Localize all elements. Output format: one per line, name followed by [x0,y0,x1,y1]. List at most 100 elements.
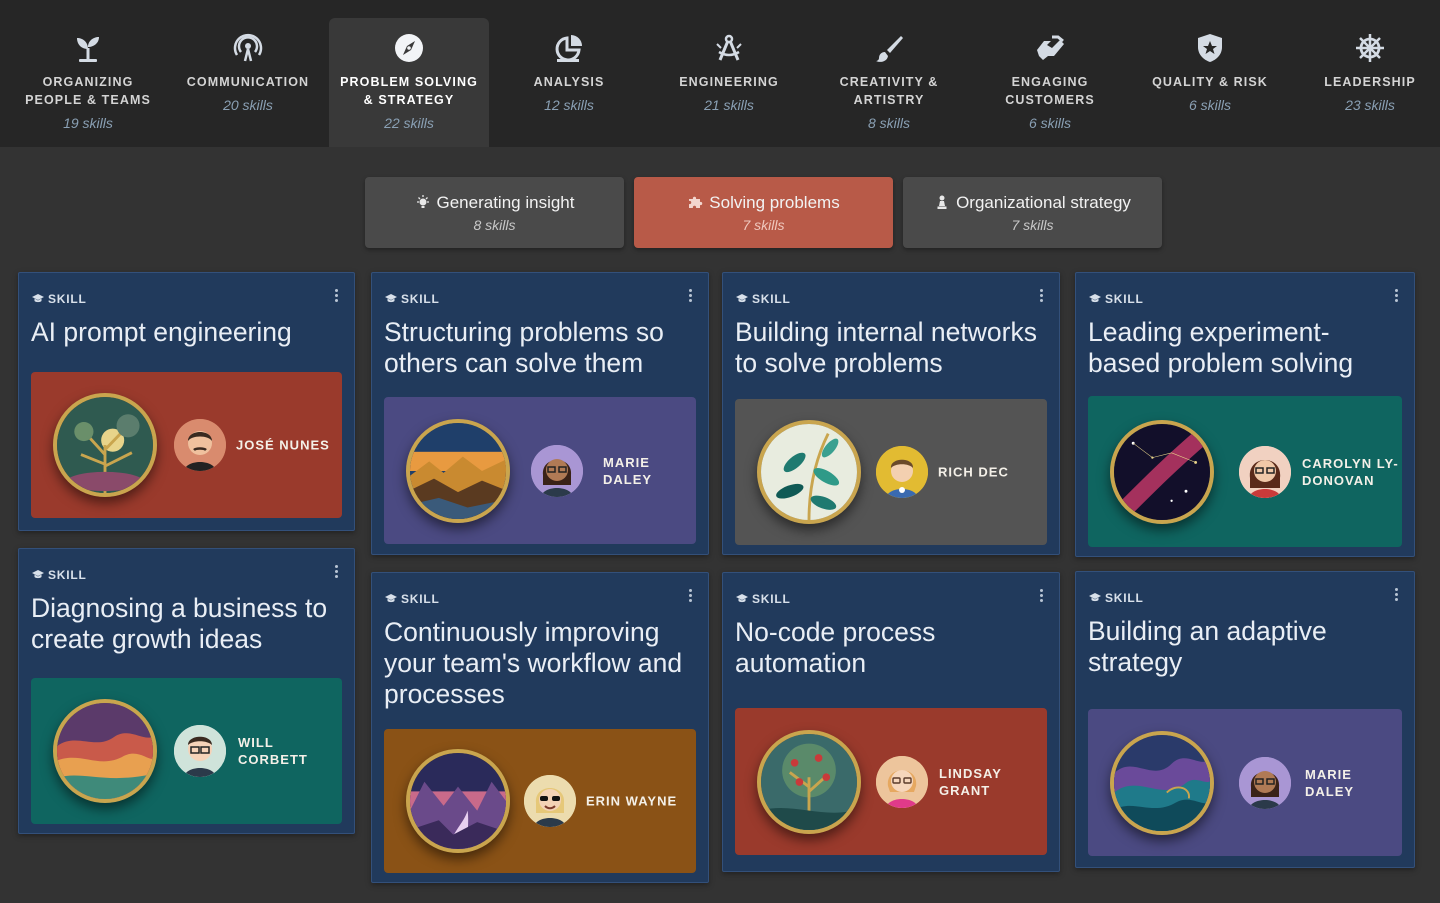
category-communication[interactable]: COMMUNICATION 20 skills [168,18,328,147]
skill-badge-image [406,749,510,853]
graduation-cap-icon [1089,591,1105,605]
skill-card-adaptive-strategy[interactable]: SKILL Building an adaptive strategy MARI… [1075,571,1415,868]
skill-card-building-internal-networks[interactable]: SKILL Building internal networks to solv… [722,272,1060,555]
skill-owner-panel: JOSÉ NUNES [31,372,342,518]
skill-owner-name: LINDSAY GRANT [939,765,1002,798]
skill-owner-name: JOSÉ NUNES [236,437,330,453]
skill-card-structuring-problems[interactable]: SKILL Structuring problems so others can… [371,272,709,555]
category-analysis[interactable]: ANALYSIS 12 skills [489,18,649,147]
skill-tag: SKILL [32,292,87,306]
handshake-icon [1034,32,1066,64]
category-count: 6 skills [1028,115,1071,131]
skill-card-no-code-automation[interactable]: SKILL No-code process automation LINDSAY… [722,572,1060,872]
category-count: 20 skills [223,97,273,113]
skill-owner-name: MARIE DALEY [603,454,653,487]
category-problem-solving-strategy[interactable]: PROBLEM SOLVING & STRATEGY 22 skills [329,18,489,147]
category-count: 23 skills [1345,97,1395,113]
category-count: 22 skills [384,115,434,131]
subtab-generating-insight[interactable]: Generating insight 8 skills [365,177,624,248]
skill-badge-image [757,729,861,834]
compass-icon [393,32,425,64]
avatar [876,446,928,498]
skill-card-leading-experiment[interactable]: SKILL Leading experiment-based problem s… [1075,272,1415,557]
subtab-label: Organizational strategy [903,193,1162,213]
skill-tag: SKILL [1089,292,1144,306]
paintbrush-icon [873,32,905,64]
skill-tag: SKILL [736,292,791,306]
category-nav: ORGANIZING PEOPLE & TEAMS 19 skills COMMU… [0,0,1440,147]
skill-title: Leading experiment-based problem solving [1088,317,1354,378]
subtab-solving-problems[interactable]: Solving problems 7 skills [634,177,893,248]
skill-owner-panel: ERIN WAYNE [384,729,696,873]
skill-owner-name: MARIE DALEY [1305,766,1355,799]
drafting-compass-icon [713,32,745,64]
card-menu-button[interactable] [1390,586,1402,604]
subtab-count: 8 skills [473,217,516,233]
avatar [524,775,576,827]
skill-card-diagnosing-business[interactable]: SKILL Diagnosing a business to create gr… [18,548,355,834]
category-label: ENGAGING CUSTOMERS [1005,75,1095,107]
skill-owner-name: CAROLYN LY- DONOVAN [1302,455,1399,488]
skill-owner-name: RICH DEC [938,464,1009,480]
category-count: 21 skills [704,97,754,113]
card-menu-button[interactable] [684,587,696,605]
graduation-cap-icon [32,292,48,306]
graduation-cap-icon [32,568,48,582]
category-organizing-people-teams[interactable]: ORGANIZING PEOPLE & TEAMS 19 skills [8,18,168,147]
card-menu-button[interactable] [1035,587,1047,605]
lightbulb-icon [415,193,437,212]
subtab-organizational-strategy[interactable]: Organizational strategy 7 skills [903,177,1162,248]
category-quality-risk[interactable]: QUALITY & RISK 6 skills [1130,18,1290,147]
skill-badge-image [53,699,157,803]
skill-title: Diagnosing a business to create growth i… [31,593,328,654]
card-menu-button[interactable] [330,287,342,305]
card-menu-button[interactable] [330,563,342,581]
card-menu-button[interactable] [684,287,696,305]
ship-wheel-icon [1354,32,1386,64]
category-label: CREATIVITY & ARTISTRY [839,75,939,107]
chess-pawn-icon [934,193,956,212]
category-creativity-artistry[interactable]: CREATIVITY & ARTISTRY 8 skills [809,18,969,147]
skill-badge-image [406,418,510,523]
subtab-count: 7 skills [742,217,785,233]
avatar [174,725,226,777]
skill-title: AI prompt engineering [31,317,292,347]
avatar [174,419,226,471]
category-engineering[interactable]: ENGINEERING 21 skills [649,18,809,147]
chart-pie-icon [553,32,585,64]
category-count: 6 skills [1188,97,1231,113]
broadcast-icon [232,32,264,64]
skill-owner-panel: CAROLYN LY- DONOVAN [1088,396,1402,547]
graduation-cap-icon [736,292,752,306]
skill-tag: SKILL [385,592,440,606]
subtab-label: Solving problems [634,193,893,213]
skill-card-continuously-improving[interactable]: SKILL Continuously improving your team's… [371,572,709,883]
avatar [876,755,928,808]
card-menu-button[interactable] [1390,287,1402,305]
category-label: ANALYSIS [533,75,605,89]
subtab-label: Generating insight [365,193,624,213]
category-label: LEADERSHIP [1324,75,1416,89]
category-label: ENGINEERING [679,75,779,89]
puzzle-icon [687,193,709,212]
category-label: COMMUNICATION [186,75,310,89]
category-engaging-customers[interactable]: ENGAGING CUSTOMERS 6 skills [970,18,1130,147]
skill-title: Structuring problems so others can solve… [384,317,664,378]
skill-card-ai-prompt-engineering[interactable]: SKILL AI prompt engineering JOSÉ NUNES [18,272,355,531]
skill-owner-panel: MARIE DALEY [384,397,696,544]
skill-tag: SKILL [1089,591,1144,605]
avatar [1239,756,1291,809]
category-leadership[interactable]: LEADERSHIP 23 skills [1290,18,1440,147]
skill-title: No-code process automation [735,617,936,678]
skill-owner-panel: MARIE DALEY [1088,709,1402,856]
shield-star-icon [1194,32,1226,64]
avatar [1239,445,1291,498]
category-count: 12 skills [544,97,594,113]
subtab-count: 7 skills [1011,217,1054,233]
sprout-icon [72,32,104,64]
skill-tag: SKILL [736,592,791,606]
skill-title: Continuously improving your team's workf… [384,617,683,709]
card-menu-button[interactable] [1035,287,1047,305]
skill-owner-panel: RICH DEC [735,399,1047,545]
category-label: PROBLEM SOLVING & STRATEGY [340,75,478,107]
